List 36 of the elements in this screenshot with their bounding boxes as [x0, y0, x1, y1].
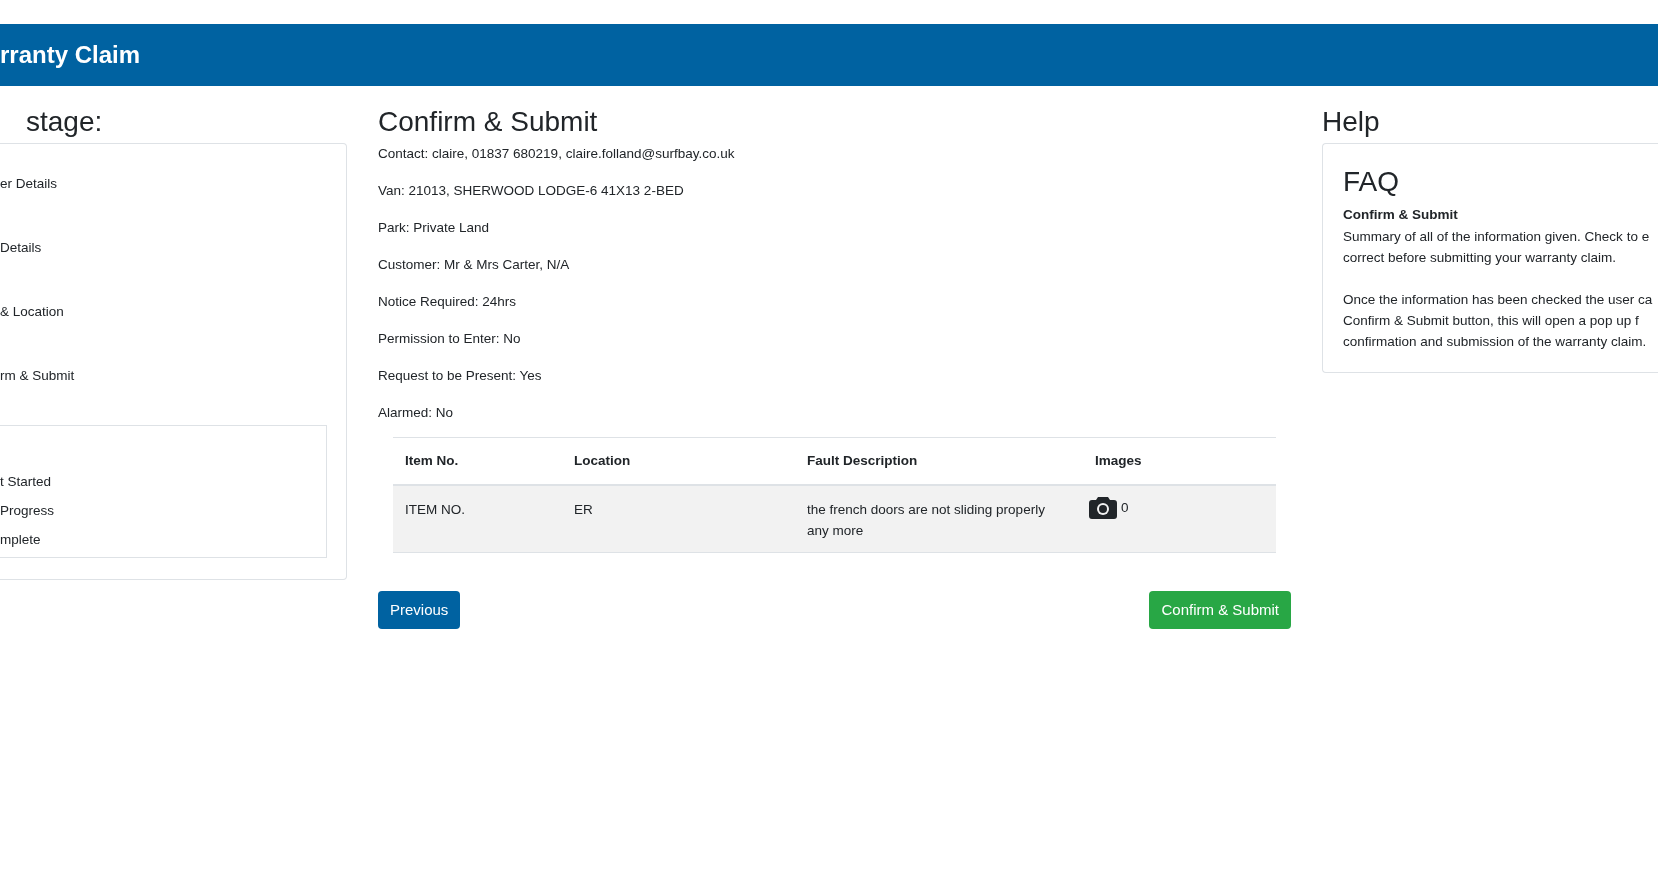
summary-line: Customer: Mr & Mrs Carter, N/A [378, 257, 570, 272]
camera-icon[interactable] [1089, 494, 1117, 519]
stage-link[interactable]: er Details [0, 176, 58, 191]
legend-label: Progress [0, 503, 55, 518]
previous-button[interactable]: Previous [378, 591, 461, 629]
column-header: Location [574, 452, 631, 468]
column-header: Item No. [405, 452, 459, 468]
stage-link[interactable]: Details [0, 240, 42, 255]
summary-line: Contact: claire, 01837 680219, claire.folland@surfbay.co.uk [378, 146, 735, 161]
stage-link[interactable]: & Location [0, 304, 64, 319]
image-count: 0 [1121, 499, 1129, 518]
legend-label: t Started [0, 474, 52, 489]
section-heading: stage: [25, 105, 103, 139]
help-text-line: confirmation and submission of the warranty claim. [1343, 334, 1647, 349]
help-text-line: Once the information has been checked the user ca [1343, 292, 1653, 307]
column-header: Images [1095, 452, 1142, 468]
page-title: rranty Claim [0, 40, 141, 70]
summary-line: Van: 21013, SHERWOOD LODGE-6 41X13 2-BED [378, 183, 684, 198]
summary-line: Permission to Enter: No [378, 331, 521, 346]
summary-line: Alarmed: No [378, 405, 454, 420]
table-cell: ER [574, 501, 593, 517]
summary-line: Request to be Present: Yes [378, 368, 542, 383]
column-header: Fault Description [807, 452, 918, 468]
card-title: FAQ [1343, 165, 1399, 199]
table-cell: the french doors are not sliding properly any more [807, 501, 1045, 538]
stage-link[interactable]: rm & Submit [0, 368, 75, 383]
legend-label: mplete [0, 532, 41, 547]
summary-line: Park: Private Land [378, 220, 490, 235]
summary-line: Notice Required: 24hrs [378, 294, 517, 309]
section-heading: Confirm & Submit [378, 105, 598, 139]
table-cell: ITEM NO. [405, 501, 465, 517]
faq-subtitle: Confirm & Submit [1343, 207, 1458, 222]
help-text-line: correct before submitting your warranty claim. [1343, 250, 1617, 265]
section-heading: Help [1322, 105, 1380, 139]
help-text-line: Summary of all of the information given. Check to e [1343, 229, 1650, 244]
help-text-line: Confirm & Submit button, this will open a pop up f [1343, 313, 1639, 328]
